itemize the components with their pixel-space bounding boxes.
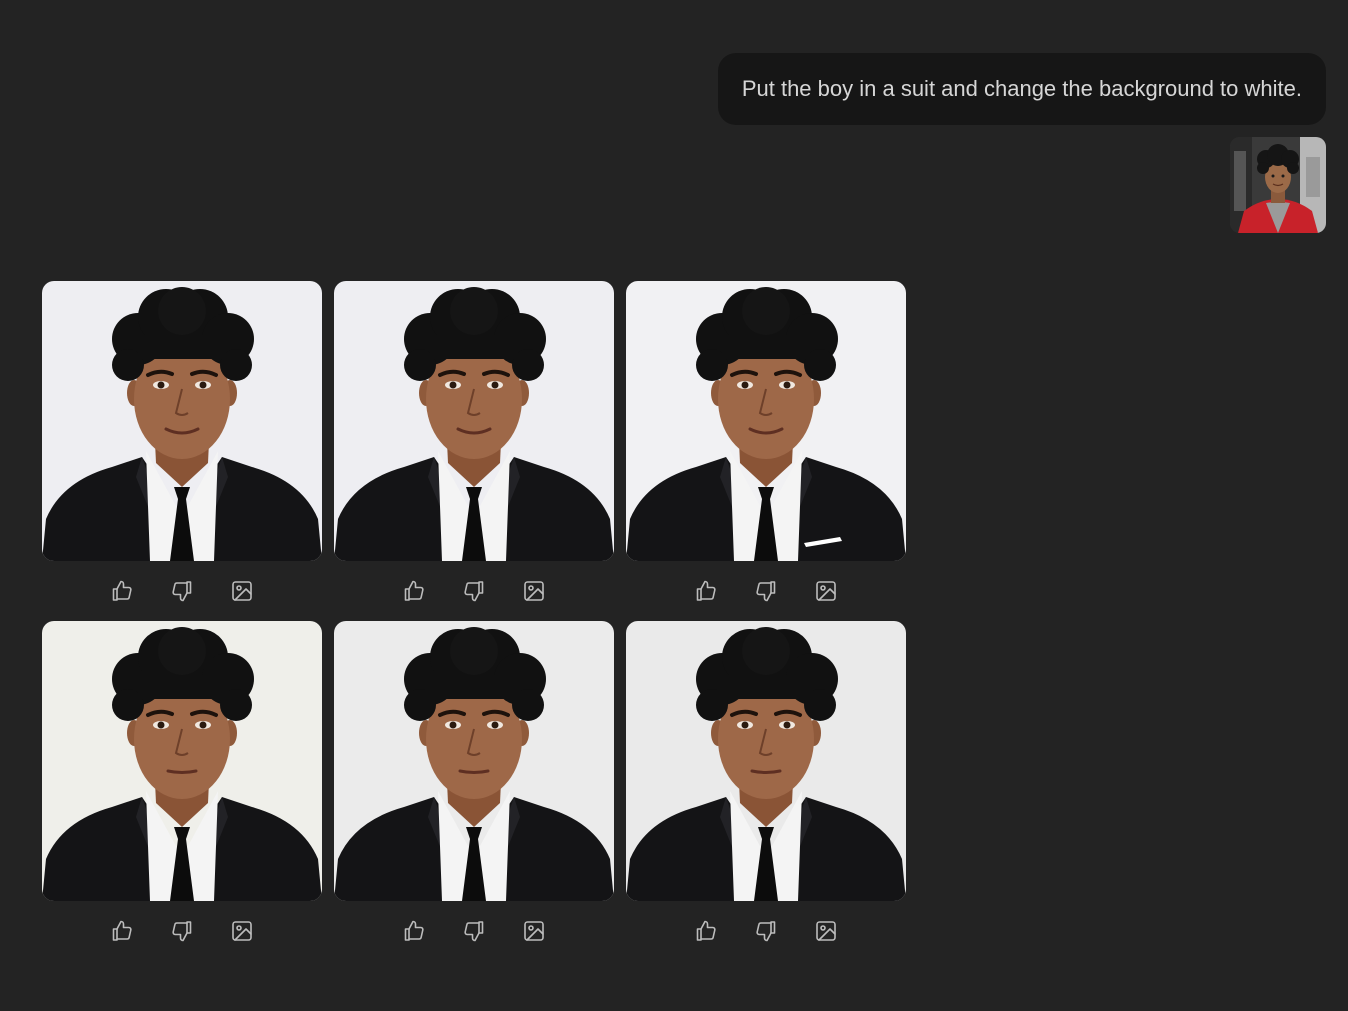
generated-image[interactable] xyxy=(626,621,906,901)
open-image-button[interactable] xyxy=(520,577,548,605)
portrait-image xyxy=(626,281,906,561)
thumbs-down-icon xyxy=(172,921,192,942)
result-card-4 xyxy=(42,621,322,961)
thumbs-up-icon xyxy=(404,920,424,941)
open-image-button[interactable] xyxy=(228,577,256,605)
portrait-thumbnail-image xyxy=(1230,137,1326,233)
thumbs-up-button[interactable] xyxy=(692,917,720,945)
feedback-actions xyxy=(626,901,906,961)
thumbs-down-icon xyxy=(464,921,484,942)
thumbs-up-icon xyxy=(404,580,424,601)
image-icon xyxy=(816,921,836,941)
generated-image[interactable] xyxy=(626,281,906,561)
feedback-actions xyxy=(334,561,614,621)
result-card-3 xyxy=(626,281,906,621)
thumbs-up-icon xyxy=(112,580,132,601)
thumbs-down-icon xyxy=(756,581,776,602)
image-icon xyxy=(524,921,544,941)
thumbs-up-button[interactable] xyxy=(108,917,136,945)
portrait-image xyxy=(334,281,614,561)
results-grid xyxy=(42,281,906,961)
image-icon xyxy=(816,581,836,601)
generated-image[interactable] xyxy=(334,281,614,561)
result-card-6 xyxy=(626,621,906,961)
thumbs-up-button[interactable] xyxy=(400,917,428,945)
thumbs-down-button[interactable] xyxy=(752,917,780,945)
thumbs-down-button[interactable] xyxy=(168,917,196,945)
portrait-image xyxy=(626,621,906,901)
open-image-button[interactable] xyxy=(520,917,548,945)
result-card-1 xyxy=(42,281,322,621)
image-icon xyxy=(232,921,252,941)
image-icon xyxy=(232,581,252,601)
image-icon xyxy=(524,581,544,601)
result-card-2 xyxy=(334,281,614,621)
user-message-bubble: Put the boy in a suit and change the bac… xyxy=(717,53,1326,125)
thumbs-up-icon xyxy=(696,920,716,941)
chat-page: Put the boy in a suit and change the bac… xyxy=(0,0,1348,1011)
thumbs-up-button[interactable] xyxy=(692,577,720,605)
thumbs-up-icon xyxy=(112,920,132,941)
portrait-image xyxy=(334,621,614,901)
thumbs-up-button[interactable] xyxy=(108,577,136,605)
portrait-image xyxy=(42,621,322,901)
thumbs-up-button[interactable] xyxy=(400,577,428,605)
thumbs-down-button[interactable] xyxy=(168,577,196,605)
feedback-actions xyxy=(626,561,906,621)
thumbs-down-icon xyxy=(756,921,776,942)
feedback-actions xyxy=(42,901,322,961)
user-attachment-thumbnail[interactable] xyxy=(1230,137,1326,233)
generated-image[interactable] xyxy=(334,621,614,901)
result-card-5 xyxy=(334,621,614,961)
generated-image[interactable] xyxy=(42,621,322,901)
portrait-image xyxy=(42,281,322,561)
thumbs-down-icon xyxy=(464,581,484,602)
open-image-button[interactable] xyxy=(228,917,256,945)
feedback-actions xyxy=(42,561,322,621)
feedback-actions xyxy=(334,901,614,961)
generated-image[interactable] xyxy=(42,281,322,561)
thumbs-down-icon xyxy=(172,581,192,602)
thumbs-down-button[interactable] xyxy=(752,577,780,605)
open-image-button[interactable] xyxy=(812,577,840,605)
thumbs-down-button[interactable] xyxy=(460,917,488,945)
thumbs-down-button[interactable] xyxy=(460,577,488,605)
open-image-button[interactable] xyxy=(812,917,840,945)
thumbs-up-icon xyxy=(696,580,716,601)
